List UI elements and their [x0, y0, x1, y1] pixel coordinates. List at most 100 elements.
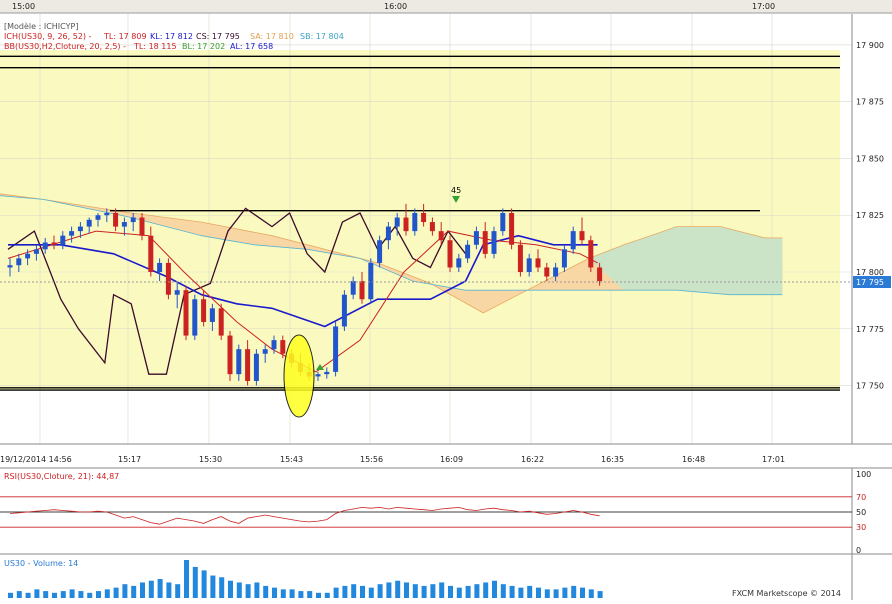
- volume-bar: [492, 580, 497, 598]
- volume-bar: [439, 582, 445, 598]
- candle-body: [7, 265, 13, 268]
- volume-bar: [465, 585, 471, 598]
- ich-kl: KL: 17 812: [150, 32, 193, 41]
- volume-bar: [588, 589, 594, 598]
- ich-tl: TL: 17 809: [103, 32, 147, 41]
- rsi-tick-label: 100: [856, 470, 871, 479]
- volume-bar: [219, 577, 225, 598]
- candle-body: [429, 222, 435, 232]
- candle-body: [394, 217, 400, 227]
- candle-body: [465, 244, 471, 259]
- time-tick-label: 15:56: [360, 455, 383, 464]
- candle-body: [236, 349, 242, 375]
- candle-body: [341, 294, 347, 327]
- volume-bar: [474, 584, 480, 598]
- volume-bar: [34, 589, 40, 598]
- candle-body: [130, 217, 136, 223]
- time-tick-label: 15:30: [199, 455, 222, 464]
- volume-bar: [254, 582, 260, 598]
- candle-body: [218, 308, 224, 336]
- price-tick-label: 17 875: [856, 98, 884, 107]
- rsi-tick-label: 30: [856, 523, 866, 532]
- candle-body: [51, 242, 57, 245]
- current-price-text: 17 795: [856, 278, 884, 287]
- volume-bar: [333, 587, 339, 598]
- volume-bar: [421, 585, 427, 598]
- price-axis: [852, 14, 892, 444]
- candle-body: [33, 249, 39, 254]
- volume-bar: [544, 589, 550, 598]
- candle-body: [491, 231, 497, 254]
- candle-body: [359, 281, 365, 300]
- candle-body: [16, 258, 22, 266]
- candle-body: [500, 212, 506, 232]
- volume-bar: [245, 584, 251, 598]
- ich-name: ICH(US30, 9, 26, 52) -: [4, 32, 92, 41]
- bb-name: BB(US30,H2,Cloture, 20, 2,5) -: [4, 42, 126, 51]
- volume-bar: [342, 585, 348, 598]
- time-tick-label: 15:43: [280, 455, 303, 464]
- candle-body: [473, 231, 479, 245]
- price-tick-label: 17 900: [856, 41, 884, 50]
- candle-body: [183, 290, 189, 336]
- volume-bar: [597, 591, 603, 598]
- candle-body: [544, 267, 550, 277]
- candle-body: [588, 240, 594, 268]
- volume-bar: [316, 592, 321, 598]
- top-time-label: 16:00: [384, 2, 407, 11]
- ich-cs: CS: 17 795: [196, 32, 240, 41]
- candle-body: [104, 212, 110, 216]
- rsi-tick-label: 70: [856, 493, 866, 502]
- volume-bar: [280, 589, 286, 598]
- candle-body: [95, 215, 101, 220]
- candle-body: [157, 262, 163, 272]
- candle-body: [350, 281, 356, 295]
- candle-body: [174, 290, 180, 295]
- candle-body: [377, 240, 383, 263]
- volume-bar: [113, 587, 119, 598]
- volume-bar: [96, 591, 101, 598]
- candle-body: [570, 231, 576, 250]
- volume-bar: [289, 589, 295, 598]
- volume-bar: [87, 592, 93, 598]
- volume-bar: [157, 579, 163, 598]
- volume-bar: [210, 575, 216, 598]
- candle-body: [60, 235, 66, 245]
- candle-body: [113, 212, 119, 227]
- volume-bar: [69, 589, 75, 598]
- price-chart: 15:00 16:00 17:00 45 17 900 17 875 17 850 1…: [0, 0, 892, 600]
- candle-body: [403, 217, 409, 232]
- price-tick-label: 17 825: [856, 211, 884, 220]
- time-tick-label: 16:22: [521, 455, 544, 464]
- candle-body: [482, 231, 488, 254]
- volume-bar: [43, 591, 49, 598]
- volume-bar: [148, 580, 154, 598]
- candle-body: [139, 217, 145, 236]
- time-tick-label: 16:48: [682, 455, 705, 464]
- bb-tl: TL: 18 115: [133, 42, 177, 51]
- volume-bar: [263, 585, 269, 598]
- candle-body: [509, 212, 515, 245]
- candle-body: [579, 231, 585, 241]
- candle-body: [385, 226, 391, 241]
- footer-credit: FXCM Marketscope © 2014: [732, 589, 841, 598]
- volume-bar: [52, 592, 57, 598]
- volume-bar: [16, 591, 22, 598]
- volume-bar: [298, 591, 304, 598]
- candle-body: [148, 235, 154, 272]
- candle-body: [25, 253, 31, 259]
- model-label: [Modèle : ICHICYP]: [4, 21, 78, 31]
- volume-label: US30 - Volume: 14: [4, 559, 78, 568]
- volume-bar: [8, 592, 13, 598]
- bb-al: AL: 17 658: [230, 42, 273, 51]
- time-tick-label: 16:09: [440, 455, 463, 464]
- volume-bar: [562, 587, 568, 598]
- volume-bar: [412, 584, 418, 598]
- candle-body: [553, 267, 559, 277]
- candle-body: [421, 212, 427, 223]
- volume-bar: [518, 587, 524, 598]
- volume-bar: [553, 589, 559, 598]
- volume-bar: [201, 570, 207, 598]
- candle-body: [412, 212, 418, 232]
- candle-body: [271, 340, 277, 350]
